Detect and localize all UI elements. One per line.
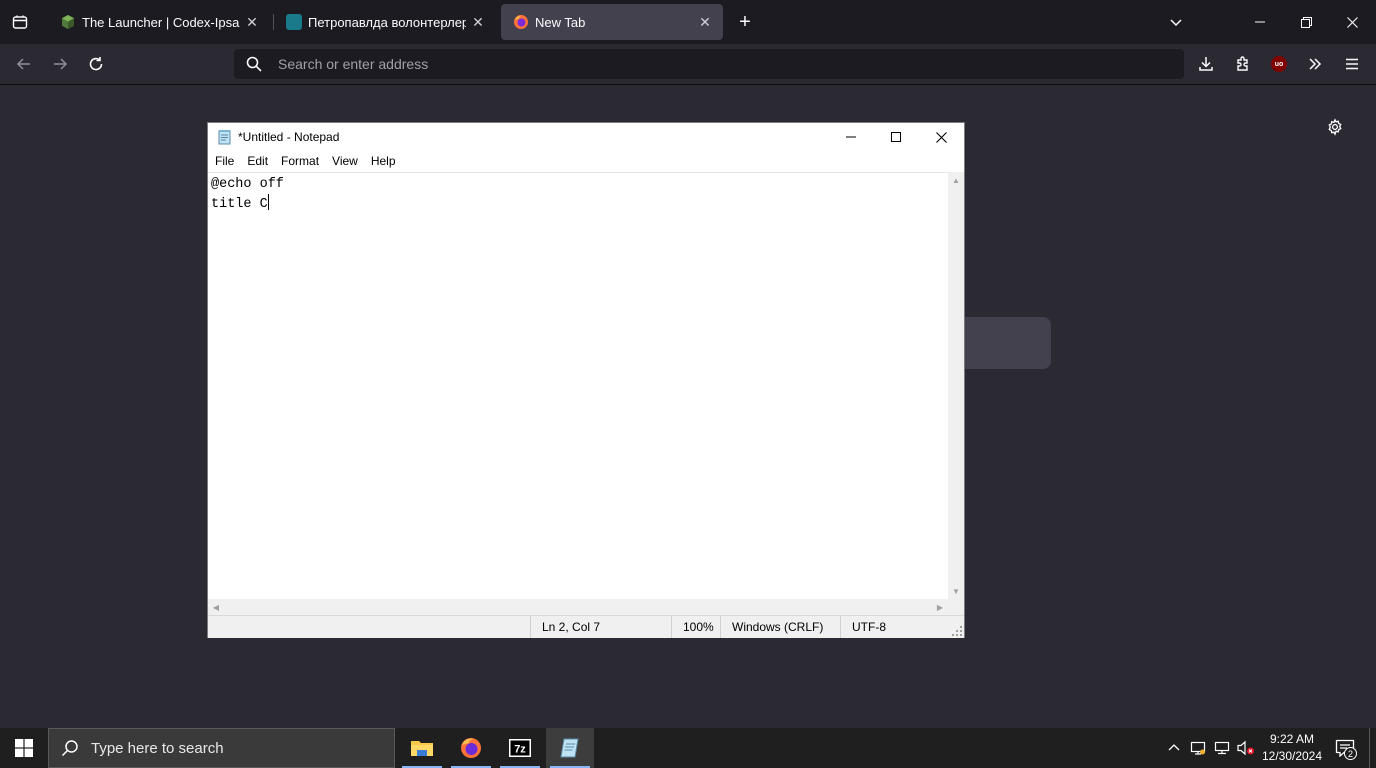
extensions-puzzle-icon[interactable] [1231, 52, 1255, 76]
search-icon [61, 739, 79, 757]
network-icon[interactable] [1212, 738, 1232, 758]
menu-view[interactable]: View [326, 151, 364, 171]
close-tab-icon[interactable]: ✕ [693, 10, 717, 34]
resize-grip-icon[interactable] [952, 626, 962, 636]
editor-line-1: @echo off [211, 177, 284, 192]
notepad-window: *Untitled - Notepad File Edit Format Vie… [207, 122, 965, 638]
back-arrow-icon[interactable] [12, 52, 36, 76]
minimize-icon[interactable] [828, 123, 874, 151]
overflow-chevrons-icon[interactable] [1303, 52, 1327, 76]
scroll-right-icon[interactable]: ▶ [932, 599, 948, 615]
window-title: *Untitled - Notepad [238, 130, 340, 144]
line-endings: Windows (CRLF) [720, 616, 845, 638]
close-window-icon[interactable] [1332, 6, 1372, 38]
restore-icon[interactable] [1286, 6, 1326, 38]
notepad-icon [217, 129, 233, 145]
tab-codex-ipsa[interactable]: The Launcher | Codex-Ipsa ✕ [48, 4, 270, 40]
minimize-icon[interactable] [1240, 6, 1280, 38]
svg-text:7z: 7z [514, 744, 526, 756]
address-bar[interactable] [234, 49, 1184, 79]
horizontal-scrollbar[interactable]: ◀ ▶ [208, 599, 948, 615]
notepad-title-bar[interactable]: *Untitled - Notepad [208, 123, 964, 151]
notepad-menu-bar: File Edit Format View Help [208, 151, 964, 171]
forward-arrow-icon[interactable] [48, 52, 72, 76]
maximize-icon[interactable] [873, 123, 919, 151]
encoding: UTF-8 [840, 616, 950, 638]
text-editor-area[interactable]: @echo off title C [208, 172, 948, 600]
new-tab-plus-icon[interactable]: + [733, 10, 757, 34]
menu-file[interactable]: File [209, 151, 240, 171]
tab-strip: The Launcher | Codex-Ipsa ✕ Петропавлда … [0, 0, 1376, 44]
scroll-up-icon[interactable]: ▲ [948, 172, 964, 188]
downloads-icon[interactable] [1194, 52, 1218, 76]
chevron-down-icon[interactable] [1164, 10, 1188, 34]
site-icon [286, 14, 302, 30]
clock-date: 12/30/2024 [1261, 749, 1323, 763]
menu-help[interactable]: Help [365, 151, 402, 171]
taskbar-search-input[interactable] [89, 738, 373, 758]
taskbar: 7z 9:22 AM 12/30/2024 2 [0, 728, 1376, 768]
tab-title: New Tab [535, 14, 586, 30]
windows-update-tray-icon[interactable] [1188, 738, 1208, 758]
ublock-origin-icon[interactable]: uo [1271, 56, 1287, 72]
file-explorer-icon[interactable] [398, 728, 446, 768]
hamburger-menu-icon[interactable] [1340, 52, 1364, 76]
scrollbar-corner [948, 599, 964, 615]
windows-start-icon[interactable] [0, 728, 48, 768]
taskbar-search-box[interactable] [48, 728, 395, 768]
system-clock[interactable]: 9:22 AM 12/30/2024 [1256, 731, 1328, 765]
vertical-scrollbar[interactable]: ▲ ▼ [948, 172, 964, 599]
navigation-toolbar: uo [0, 44, 1376, 85]
firefox-icon [513, 14, 529, 30]
volume-muted-icon[interactable] [1236, 738, 1256, 758]
menu-edit[interactable]: Edit [241, 151, 274, 171]
cube-icon [60, 14, 76, 30]
tab-title: Петропавлда волонтерлер ан [308, 14, 466, 30]
notepad-taskbar-icon[interactable] [546, 728, 594, 768]
search-icon [246, 56, 262, 72]
gear-icon[interactable] [1324, 116, 1346, 138]
firefox-icon[interactable] [447, 728, 495, 768]
close-icon[interactable] [918, 123, 964, 151]
zoom-level: 100% [671, 616, 723, 638]
close-tab-icon[interactable]: ✕ [240, 10, 264, 34]
tab-volunteers[interactable]: Петропавлда волонтерлер ан ✕ [274, 4, 496, 40]
editor-line-2: title C [211, 197, 268, 212]
chevron-up-icon[interactable] [1164, 738, 1184, 758]
notification-count-badge: 2 [1344, 747, 1357, 760]
clock-time: 9:22 AM [1269, 732, 1315, 746]
address-input[interactable] [276, 55, 1140, 73]
close-tab-icon[interactable]: ✕ [466, 10, 490, 34]
editor-text: @echo off title C [211, 176, 284, 214]
seven-zip-icon[interactable]: 7z [496, 728, 544, 768]
tab-title: The Launcher | Codex-Ipsa [82, 14, 240, 30]
status-bar: Ln 2, Col 7 100% Windows (CRLF) UTF-8 [208, 615, 964, 638]
scroll-down-icon[interactable]: ▼ [948, 583, 964, 599]
show-desktop-button[interactable] [1369, 728, 1376, 768]
menu-format[interactable]: Format [275, 151, 325, 171]
scroll-left-icon[interactable]: ◀ [208, 599, 224, 615]
tab-new-tab[interactable]: New Tab ✕ [501, 4, 723, 40]
list-all-tabs-icon[interactable] [8, 10, 32, 34]
reload-icon[interactable] [84, 52, 108, 76]
text-caret [267, 194, 269, 210]
cursor-position: Ln 2, Col 7 [530, 616, 673, 638]
